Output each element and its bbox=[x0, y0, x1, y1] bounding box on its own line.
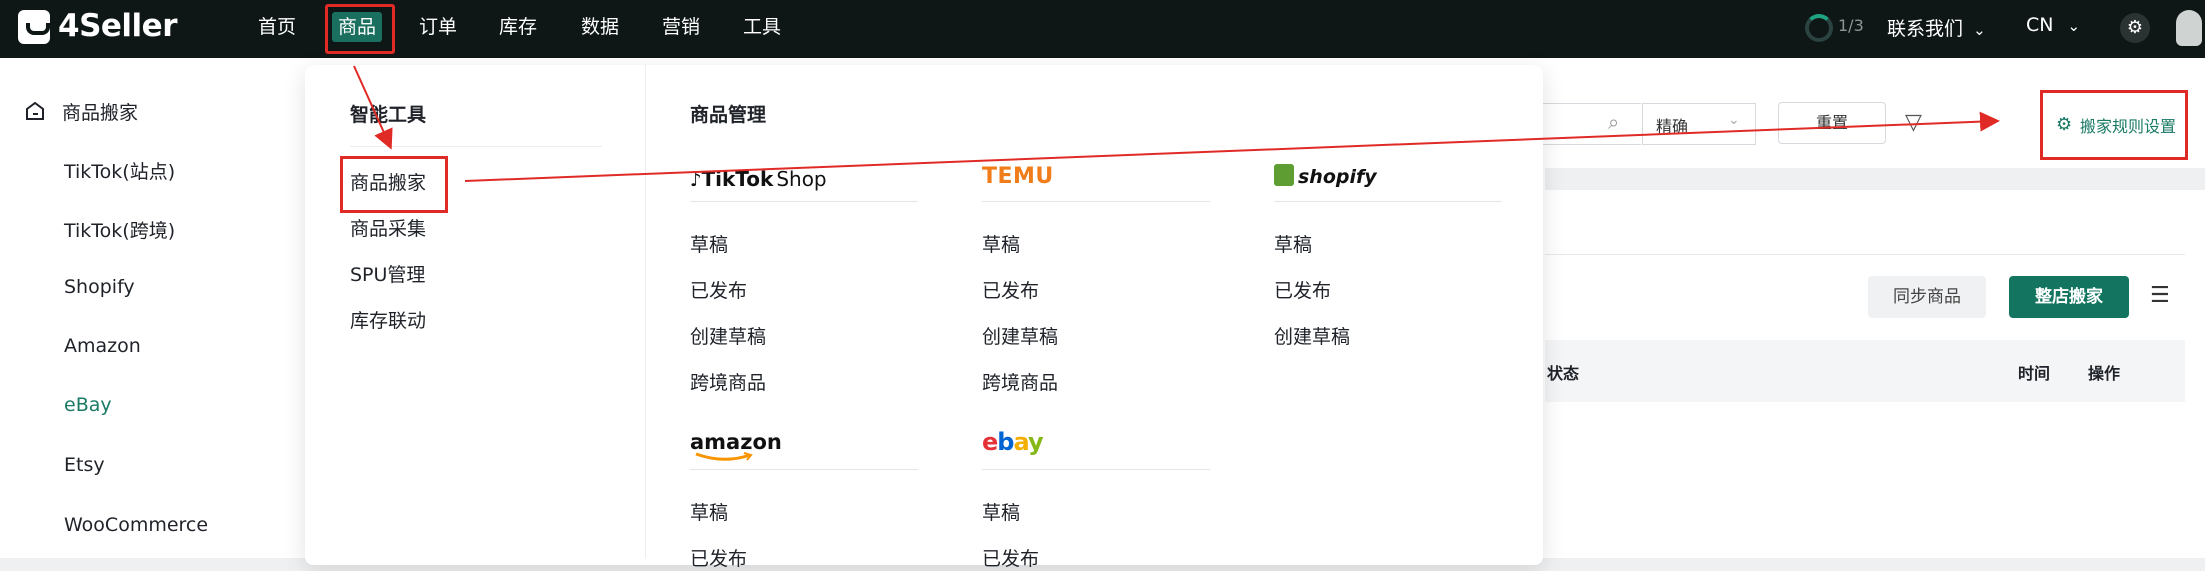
annotation-arrow-down bbox=[353, 65, 393, 150]
annotation-arrows bbox=[353, 65, 2000, 182]
annotation-arrow-right bbox=[464, 111, 2000, 182]
